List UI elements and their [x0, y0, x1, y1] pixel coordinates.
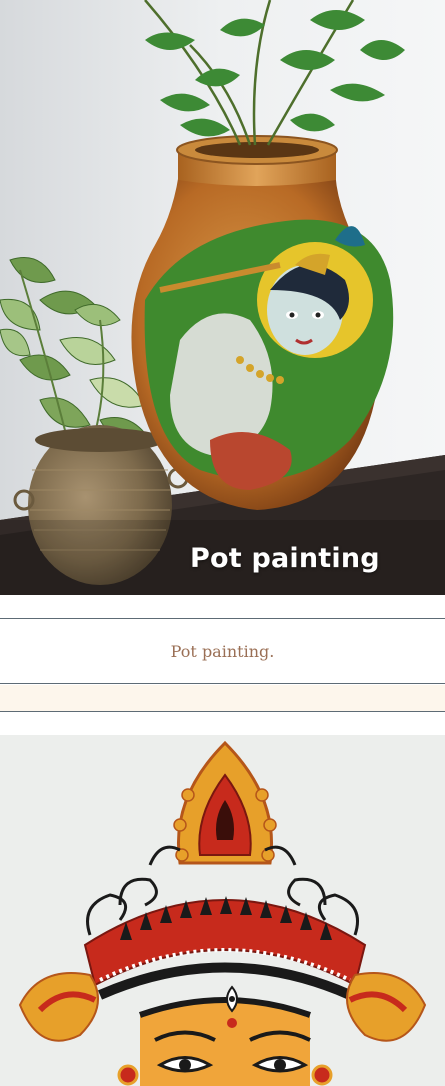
caption-divider-strip [0, 685, 445, 712]
pot-painting-illustration [0, 0, 445, 595]
image-caption-box: Pot painting. [0, 618, 445, 684]
photo-overlay-title: Pot painting [190, 543, 380, 574]
pot-painting-photo[interactable]: Pot painting [0, 0, 445, 595]
goddess-painting-illustration [0, 735, 445, 1086]
gallery-page: Pot painting Pot painting. [0, 0, 445, 1086]
image-caption: Pot painting. [170, 641, 275, 661]
goddess-painting-photo[interactable] [0, 735, 445, 1086]
